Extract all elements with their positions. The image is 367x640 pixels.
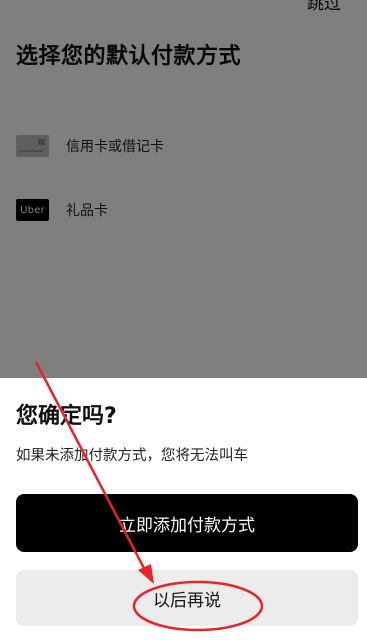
add-payment-now-button[interactable]: 立即添加付款方式	[16, 494, 358, 552]
dialog-message: 如果未添加付款方式，您将无法叫车	[16, 448, 248, 464]
later-button[interactable]: 以后再说	[16, 570, 358, 626]
dialog-title: 您确定吗?	[16, 404, 117, 429]
modal-backdrop[interactable]	[0, 0, 367, 378]
confirmation-sheet: 您确定吗? 如果未添加付款方式，您将无法叫车 立即添加付款方式 以后再说	[0, 378, 367, 640]
